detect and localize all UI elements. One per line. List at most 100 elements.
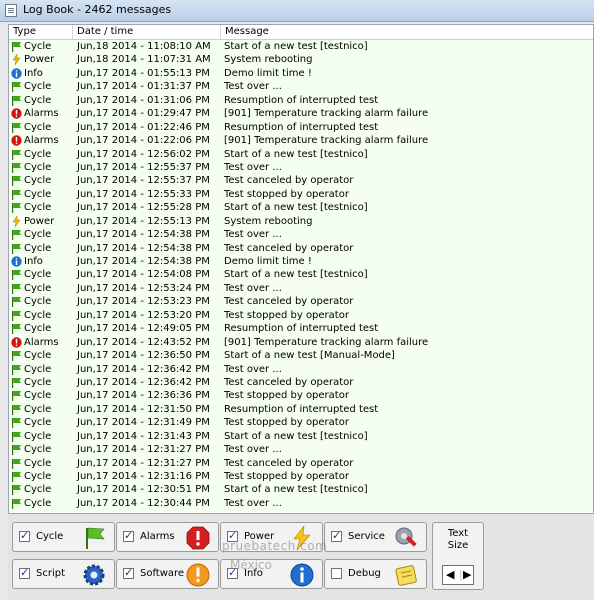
log-row[interactable]: Cycle Jun,17 2014 - 12:54:08 PM Start of…: [9, 268, 593, 281]
log-datetime: Jun,17 2014 - 12:55:37 PM: [77, 161, 210, 173]
log-datetime: Jun,17 2014 - 12:55:37 PM: [77, 175, 210, 187]
log-message: [901] Temperature tracking alarm failure: [224, 336, 429, 348]
text-size-label: Text Size: [433, 528, 483, 552]
log-row[interactable]: Cycle Jun,17 2014 - 12:36:42 PM Test ove…: [9, 363, 593, 376]
log-datetime: Jun,17 2014 - 01:22:46 PM: [77, 121, 210, 133]
log-type: Cycle: [24, 229, 52, 241]
log-type: Cycle: [24, 269, 52, 281]
log-message: Test stopped by operator: [224, 417, 349, 429]
filter-debug[interactable]: Debug: [324, 559, 427, 589]
log-row[interactable]: Cycle Jun,17 2014 - 12:31:27 PM Test can…: [9, 457, 593, 470]
log-list[interactable]: Type Date / time Message Cycle Jun,18 20…: [8, 24, 594, 514]
log-row[interactable]: Cycle Jun,17 2014 - 12:49:05 PM Resumpti…: [9, 322, 593, 335]
text-size-stepper[interactable]: ◀ | ▶: [442, 565, 474, 585]
log-type: Cycle: [24, 350, 52, 362]
log-row[interactable]: Cycle Jun,17 2014 - 01:22:46 PM Resumpti…: [9, 121, 593, 134]
log-type: Cycle: [24, 188, 52, 200]
filter-cycle-checkbox[interactable]: [19, 529, 30, 542]
decrease-text-size-button[interactable]: ◀: [446, 568, 454, 581]
log-message: Test over ...: [224, 497, 282, 509]
log-row[interactable]: Cycle Jun,17 2014 - 12:55:37 PM Test ove…: [9, 161, 593, 174]
log-message: System rebooting: [224, 215, 313, 227]
column-header-date[interactable]: Date / time: [73, 25, 221, 39]
log-row[interactable]: Cycle Jun,17 2014 - 12:36:50 PM Start of…: [9, 349, 593, 362]
filter-service[interactable]: Service: [324, 522, 427, 552]
green-flag-icon: [82, 526, 106, 550]
filter-alarms-checkbox[interactable]: [123, 529, 134, 542]
log-row[interactable]: Cycle Jun,17 2014 - 01:31:06 PM Resumpti…: [9, 94, 593, 107]
log-row[interactable]: Cycle Jun,17 2014 - 12:54:38 PM Test can…: [9, 242, 593, 255]
log-message: Start of a new test [testnico]: [224, 430, 368, 442]
filter-label: Software: [140, 568, 185, 579]
log-message: Test over ...: [224, 229, 282, 241]
filter-script-checkbox[interactable]: [19, 566, 30, 579]
log-row[interactable]: Cycle Jun,17 2014 - 12:30:44 PM Test ove…: [9, 497, 593, 510]
filter-label: Script: [36, 568, 66, 579]
log-row[interactable]: Cycle Jun,17 2014 - 12:31:16 PM Test sto…: [9, 470, 593, 483]
filter-label: Debug: [348, 568, 381, 579]
text-size-control: Text Size ◀ | ▶: [432, 522, 484, 590]
log-message: Resumption of interrupted test: [224, 403, 379, 415]
filter-software[interactable]: Software: [116, 559, 219, 589]
log-row[interactable]: Cycle Jun,17 2014 - 12:36:36 PM Test sto…: [9, 389, 593, 402]
stop-alarm-icon: [186, 526, 210, 550]
filter-alarms[interactable]: Alarms: [116, 522, 219, 552]
log-row[interactable]: Cycle Jun,17 2014 - 12:31:49 PM Test sto…: [9, 416, 593, 429]
log-message: Demo limit time !: [224, 67, 312, 79]
log-row[interactable]: Info Jun,17 2014 - 01:55:13 PM Demo limi…: [9, 67, 593, 80]
log-row[interactable]: Power Jun,18 2014 - 11:07:31 AM System r…: [9, 53, 593, 66]
text-size-label-line1: Text: [447, 528, 469, 539]
log-message: Test stopped by operator: [224, 390, 349, 402]
log-row[interactable]: Cycle Jun,18 2014 - 11:08:10 AM Start of…: [9, 40, 593, 53]
log-message: [901] Temperature tracking alarm failure: [224, 135, 429, 147]
log-row[interactable]: Cycle Jun,17 2014 - 12:53:20 PM Test sto…: [9, 309, 593, 322]
log-message: Test over ...: [224, 81, 282, 93]
log-type: Cycle: [24, 81, 52, 93]
window-title: Log Book - 2462 messages: [23, 3, 172, 16]
column-header-type[interactable]: Type: [9, 25, 73, 39]
log-row[interactable]: Cycle Jun,17 2014 - 12:53:24 PM Test ove…: [9, 282, 593, 295]
filter-debug-checkbox[interactable]: [331, 568, 342, 579]
log-message: Test over ...: [224, 282, 282, 294]
log-type: Alarms: [24, 108, 59, 120]
log-message: Start of a new test [testnico]: [224, 202, 368, 214]
log-row[interactable]: Cycle Jun,17 2014 - 12:31:50 PM Resumpti…: [9, 403, 593, 416]
log-rows: Cycle Jun,18 2014 - 11:08:10 AM Start of…: [9, 40, 593, 510]
filter-service-checkbox[interactable]: [331, 529, 342, 542]
log-datetime: Jun,17 2014 - 12:31:43 PM: [77, 430, 210, 442]
log-row[interactable]: Cycle Jun,17 2014 - 12:36:42 PM Test can…: [9, 376, 593, 389]
log-row[interactable]: Cycle Jun,17 2014 - 12:30:51 PM Start of…: [9, 483, 593, 496]
filter-script[interactable]: Script: [12, 559, 115, 589]
log-message: Test stopped by operator: [224, 188, 349, 200]
log-row[interactable]: Cycle Jun,17 2014 - 12:55:28 PM Start of…: [9, 201, 593, 214]
filter-software-checkbox[interactable]: [123, 566, 134, 579]
log-row[interactable]: Cycle Jun,17 2014 - 12:31:27 PM Test ove…: [9, 443, 593, 456]
log-message: Start of a new test [testnico]: [224, 148, 368, 160]
log-row[interactable]: Cycle Jun,17 2014 - 12:55:33 PM Test sto…: [9, 188, 593, 201]
log-datetime: Jun,17 2014 - 12:53:20 PM: [77, 309, 210, 321]
log-row[interactable]: Cycle Jun,17 2014 - 12:54:38 PM Test ove…: [9, 228, 593, 241]
log-row[interactable]: Alarms Jun,17 2014 - 01:29:47 PM [901] T…: [9, 107, 593, 120]
log-datetime: Jun,17 2014 - 12:49:05 PM: [77, 323, 210, 335]
log-row[interactable]: Cycle Jun,17 2014 - 12:56:02 PM Start of…: [9, 148, 593, 161]
log-row[interactable]: Alarms Jun,17 2014 - 01:22:06 PM [901] T…: [9, 134, 593, 147]
log-list-header: Type Date / time Message: [9, 25, 593, 40]
log-message: Start of a new test [testnico]: [224, 269, 368, 281]
log-type: Cycle: [24, 309, 52, 321]
log-row[interactable]: Info Jun,17 2014 - 12:54:38 PM Demo limi…: [9, 255, 593, 268]
log-row[interactable]: Power Jun,17 2014 - 12:55:13 PM System r…: [9, 215, 593, 228]
log-type: Cycle: [24, 376, 52, 388]
filter-cycle[interactable]: Cycle: [12, 522, 115, 552]
log-row[interactable]: Alarms Jun,17 2014 - 12:43:52 PM [901] T…: [9, 336, 593, 349]
increase-text-size-button[interactable]: ▶: [463, 568, 471, 581]
log-type: Cycle: [24, 121, 52, 133]
log-datetime: Jun,17 2014 - 12:36:36 PM: [77, 390, 210, 402]
log-type: Cycle: [24, 403, 52, 415]
log-row[interactable]: Cycle Jun,17 2014 - 12:55:37 PM Test can…: [9, 174, 593, 187]
log-row[interactable]: Cycle Jun,17 2014 - 01:31:37 PM Test ove…: [9, 80, 593, 93]
column-header-message[interactable]: Message: [221, 25, 593, 39]
log-type: Alarms: [24, 135, 59, 147]
log-row[interactable]: Cycle Jun,17 2014 - 12:31:43 PM Start of…: [9, 430, 593, 443]
log-type: Cycle: [24, 296, 52, 308]
log-row[interactable]: Cycle Jun,17 2014 - 12:53:23 PM Test can…: [9, 295, 593, 308]
